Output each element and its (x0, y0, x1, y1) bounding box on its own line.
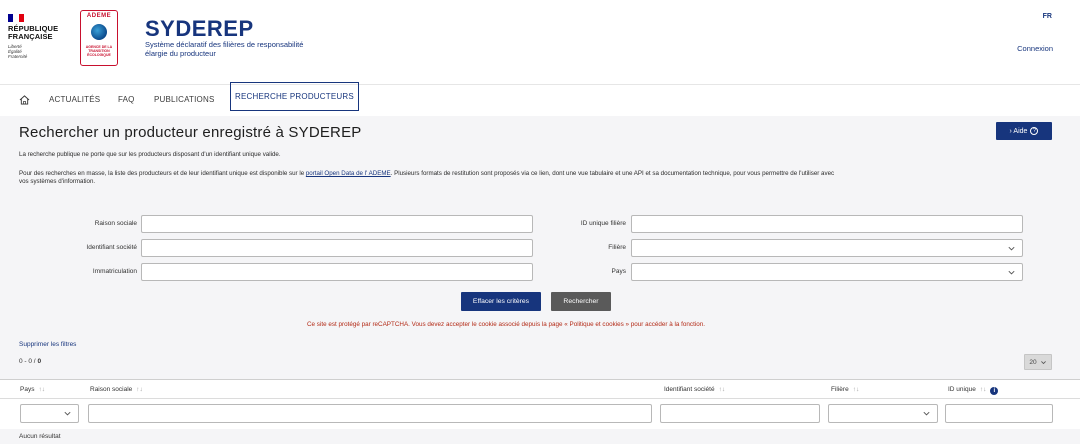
chevron-down-icon (1008, 246, 1015, 251)
ademe-logo[interactable]: ADEME AGENCE DE LA TRANSITION ÉCOLOGIQUE (80, 10, 118, 66)
immatriculation-label: Immatriculation (92, 268, 137, 275)
bulk-search-text: Pour des recherches en masse, la liste d… (19, 170, 835, 185)
help-button[interactable]: › Aide ? (996, 122, 1052, 140)
site-header: RÉPUBLIQUE FRANÇAISE Liberté Égalité Fra… (0, 0, 1080, 84)
column-pays[interactable]: Pays ↑↓ (20, 386, 45, 393)
chevron-down-icon (64, 411, 71, 416)
main-nav: ACTUALITÉS FAQ PUBLICATIONS RECHERCHE PR… (0, 82, 1080, 116)
id-unique-input[interactable] (631, 215, 1023, 233)
intro-text: La recherche publique ne porte que sur l… (19, 151, 281, 158)
id-unique-label: ID unique filière (580, 220, 626, 227)
sort-icon: ↑↓ (979, 386, 987, 393)
globe-icon (91, 24, 107, 40)
raison-sociale-label: Raison sociale (94, 220, 137, 227)
identifiant-societe-input[interactable] (141, 239, 533, 257)
pays-select[interactable] (631, 263, 1023, 281)
filter-identifiant-societe-input[interactable] (660, 404, 820, 423)
app-subtitle: Système déclaratif des filières de respo… (145, 40, 304, 58)
chevron-down-icon (1040, 360, 1046, 364)
filter-raison-sociale-input[interactable] (88, 404, 652, 423)
results-table-header: Pays ↑↓ Raison sociale ↑↓ Identifiant soci… (0, 379, 1080, 399)
column-raison-sociale[interactable]: Raison sociale ↑↓ (90, 386, 143, 393)
page-size-select[interactable]: 20 (1024, 354, 1052, 370)
sort-icon: ↑↓ (718, 386, 726, 393)
filiere-select[interactable] (631, 239, 1023, 257)
ademe-subtitle: AGENCE DE LA TRANSITION ÉCOLOGIQUE (85, 45, 113, 57)
identifiant-societe-label: Identifiant société (86, 244, 137, 251)
info-icon[interactable]: i (990, 387, 999, 395)
app-title[interactable]: SYDEREP (145, 16, 254, 42)
column-id-unique[interactable]: ID unique ↑↓ i (948, 386, 999, 395)
search-button[interactable]: Rechercher (551, 292, 611, 311)
nav-item-actualites[interactable]: ACTUALITÉS (49, 85, 100, 115)
sort-icon: ↑↓ (136, 386, 143, 393)
clear-filters-link[interactable]: Supprimer les filtres (19, 341, 76, 348)
filter-id-unique-input[interactable] (945, 404, 1053, 423)
chevron-down-icon (1008, 270, 1015, 275)
pays-label: Pays (611, 268, 626, 275)
open-data-link[interactable]: portail Open Data de l' ADEME (306, 170, 391, 177)
table-filter-row (0, 399, 1080, 429)
clear-criteria-button[interactable]: Effacer les critères (461, 292, 541, 311)
column-filiere[interactable]: Filière ↑↓ (831, 386, 859, 393)
sort-icon: ↑↓ (852, 386, 860, 393)
chevron-down-icon (923, 411, 930, 416)
republic-motto: Liberté Égalité Fraternité (8, 44, 28, 59)
immatriculation-input[interactable] (141, 263, 533, 281)
page-title: Rechercher un producteur enregistré à SY… (19, 124, 362, 141)
filter-filiere-select[interactable] (828, 404, 938, 423)
sort-icon: ↑↓ (38, 386, 45, 393)
nav-item-recherche-producteurs[interactable]: RECHERCHE PRODUCTEURS (230, 82, 359, 111)
filiere-label: Filière (608, 244, 626, 251)
empty-results-message: Aucun résultat (19, 433, 61, 440)
nav-item-publications[interactable]: PUBLICATIONS (154, 85, 215, 115)
login-link[interactable]: Connexion (1017, 44, 1053, 53)
nav-item-faq[interactable]: FAQ (118, 85, 135, 115)
column-identifiant-societe[interactable]: Identifiant société ↑↓ (664, 386, 725, 393)
results-count: 0 - 0 / 0 (19, 358, 42, 365)
recaptcha-notice: Ce site est protégé par reCAPTCHA. Vous … (307, 321, 705, 328)
home-icon[interactable] (19, 95, 30, 105)
french-flag-icon (8, 14, 24, 22)
republique-francaise-logo[interactable]: RÉPUBLIQUE FRANÇAISE Liberté Égalité Fra… (8, 14, 72, 64)
filter-pays-select[interactable] (20, 404, 79, 423)
raison-sociale-input[interactable] (141, 215, 533, 233)
question-circle-icon: ? (1030, 127, 1039, 135)
republic-name: RÉPUBLIQUE FRANÇAISE (8, 24, 59, 41)
language-selector[interactable]: FR (1043, 13, 1052, 20)
